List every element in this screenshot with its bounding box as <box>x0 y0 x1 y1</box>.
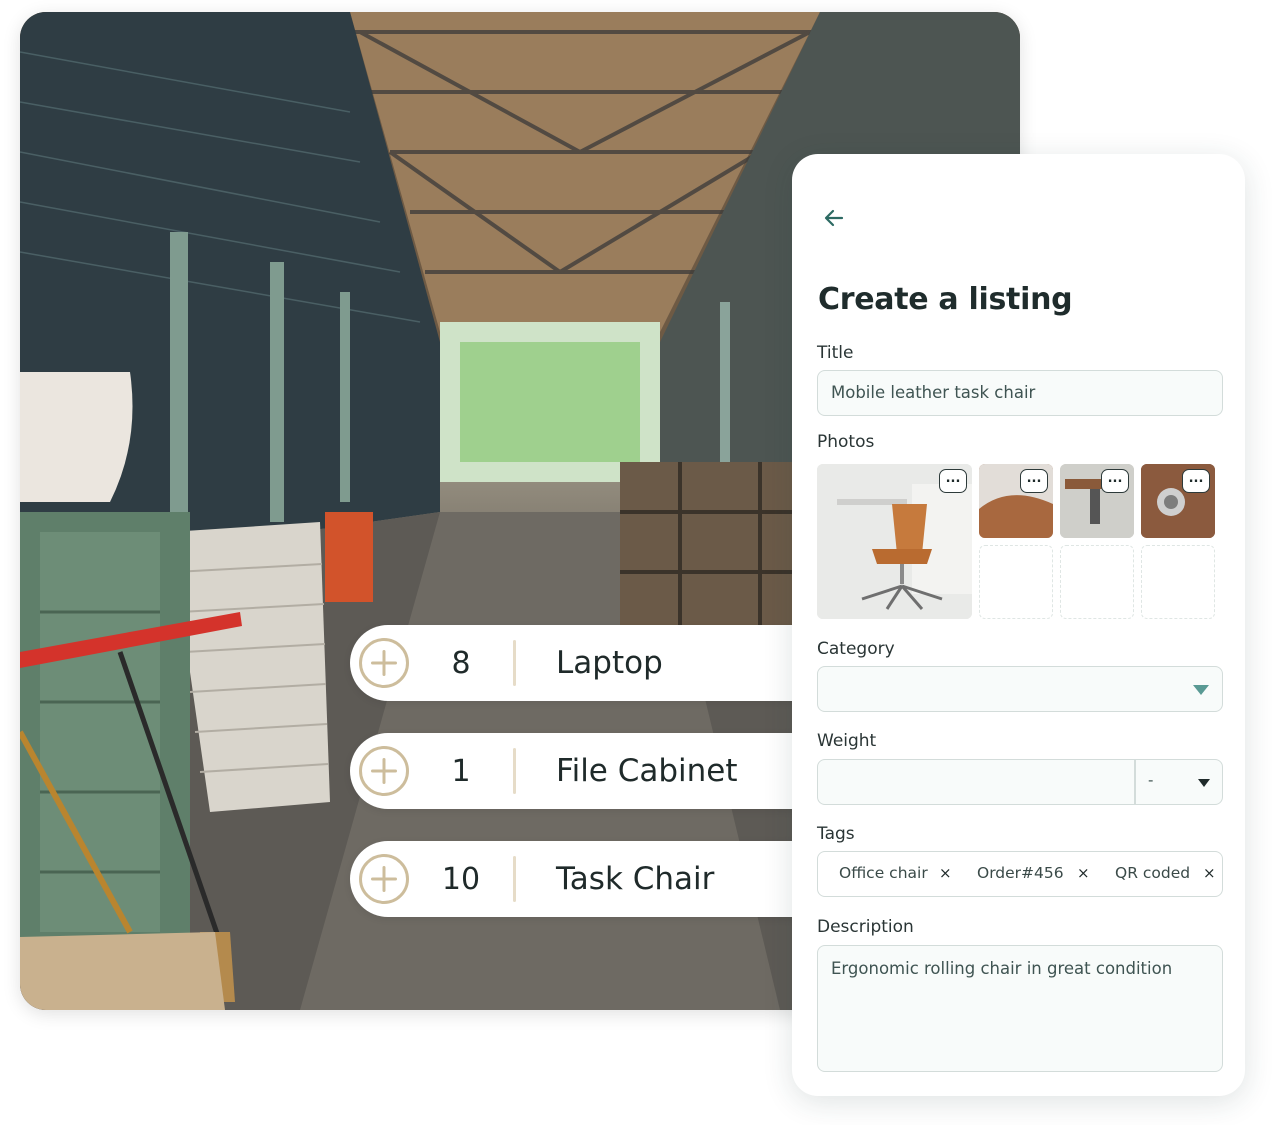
plus-circle-icon[interactable] <box>359 746 409 796</box>
inventory-qty: 1 <box>451 753 471 789</box>
category-label: Category <box>817 639 895 659</box>
tags-input[interactable]: Office chair × Order#456 × QR coded × <box>817 851 1223 897</box>
inventory-qty: 8 <box>451 645 471 681</box>
inventory-row-file-cabinet: 1 File Cabinet <box>350 733 820 809</box>
close-icon[interactable]: × <box>1077 864 1090 882</box>
description-label: Description <box>817 917 914 937</box>
divider <box>513 856 516 902</box>
photo-thumb[interactable]: ... <box>979 464 1053 538</box>
inventory-name: Task Chair <box>556 861 715 897</box>
plus-circle-icon[interactable] <box>359 854 409 904</box>
photo-options-button[interactable]: ... <box>1182 469 1210 493</box>
divider <box>513 748 516 794</box>
inventory-name: File Cabinet <box>556 753 738 789</box>
category-select[interactable] <box>817 666 1223 712</box>
photo-grid: ... ... ... ... <box>817 464 1217 620</box>
inventory-row-laptop: 8 Laptop <box>350 625 820 701</box>
weight-input[interactable]: - <box>817 759 1223 805</box>
plus-circle-icon[interactable] <box>359 638 409 688</box>
caret-down-icon <box>1198 779 1210 787</box>
inventory-name: Laptop <box>556 645 663 681</box>
tag-office-chair: Office chair <box>839 864 928 882</box>
photo-options-button[interactable]: ... <box>939 469 967 493</box>
title-input[interactable]: Mobile leather task chair <box>817 370 1223 416</box>
caret-down-icon <box>1193 685 1209 695</box>
create-listing-card: Create a listing Title Mobile leather ta… <box>792 154 1245 1096</box>
tag-order-456: Order#456 <box>977 864 1064 882</box>
photos-label: Photos <box>817 432 875 452</box>
close-icon[interactable]: × <box>1203 864 1216 882</box>
photo-slot-empty[interactable] <box>979 545 1053 619</box>
photo-options-button[interactable]: ... <box>1101 469 1129 493</box>
photo-slot-empty[interactable] <box>1141 545 1215 619</box>
tag-qr-coded: QR coded <box>1115 864 1191 882</box>
close-icon[interactable]: × <box>939 864 952 882</box>
weight-label: Weight <box>817 731 877 751</box>
weight-unit-select[interactable]: - <box>1148 771 1153 789</box>
description-value: Ergonomic rolling chair in great conditi… <box>831 959 1173 978</box>
title-input-value: Mobile leather task chair <box>831 383 1036 402</box>
divider <box>1134 760 1136 804</box>
photo-options-button[interactable]: ... <box>1020 469 1048 493</box>
tags-label: Tags <box>817 824 855 844</box>
photo-thumb[interactable]: ... <box>1141 464 1215 538</box>
divider <box>513 640 516 686</box>
title-label: Title <box>817 343 854 363</box>
page-title: Create a listing <box>818 282 1073 317</box>
inventory-qty: 10 <box>441 861 481 897</box>
photo-main[interactable]: ... <box>817 464 972 619</box>
description-textarea[interactable]: Ergonomic rolling chair in great conditi… <box>817 945 1223 1072</box>
photo-slot-empty[interactable] <box>1060 545 1134 619</box>
arrow-left-icon[interactable] <box>822 206 846 230</box>
inventory-row-task-chair: 10 Task Chair <box>350 841 820 917</box>
photo-thumb[interactable]: ... <box>1060 464 1134 538</box>
